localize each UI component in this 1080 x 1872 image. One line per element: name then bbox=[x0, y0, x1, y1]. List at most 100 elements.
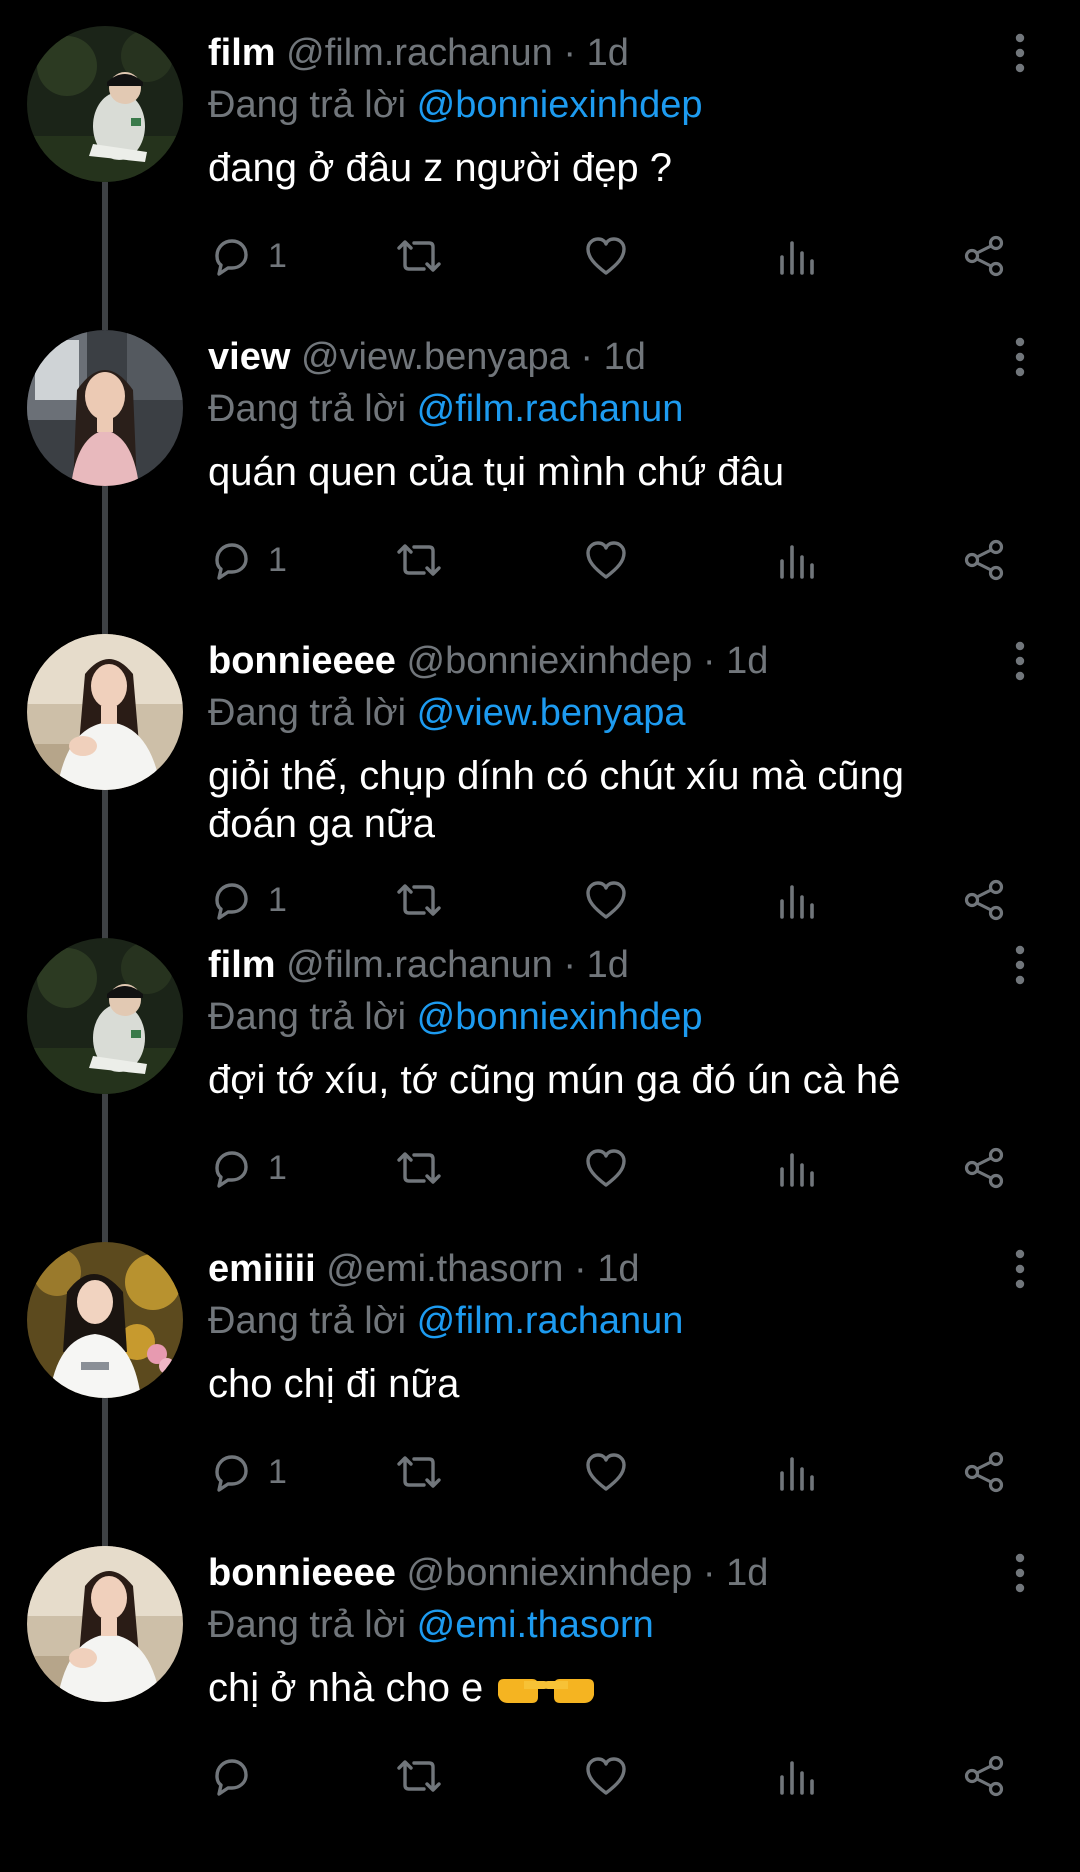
replying-to-mention[interactable]: @bonniexinhdep bbox=[417, 84, 703, 126]
tweet-text: quán quen của tụi mình chứ đâu bbox=[208, 448, 968, 496]
retweet-button[interactable] bbox=[394, 1142, 444, 1194]
tweet-text: đợi tớ xíu, tớ cũng mún ga đó ún cà hê bbox=[208, 1056, 968, 1104]
replying-to-mention[interactable]: @film.rachanun bbox=[417, 388, 684, 430]
tweet-content: film @film.rachanun · 1d Đang trả lời @b… bbox=[208, 28, 968, 192]
more-vertical-icon bbox=[1004, 1550, 1036, 1596]
share-button[interactable] bbox=[960, 1142, 1008, 1194]
user-handle[interactable]: @film.rachanun bbox=[286, 32, 553, 74]
replying-to-label: Đang trả lời bbox=[208, 84, 407, 126]
display-name[interactable]: bonnieeee bbox=[208, 640, 396, 682]
display-name[interactable]: film bbox=[208, 32, 276, 74]
reply-button[interactable]: 1 bbox=[208, 1446, 287, 1498]
more-options-button[interactable] bbox=[1004, 1550, 1036, 1596]
tweet-text: giỏi thế, chụp dính có chút xíu mà cũng … bbox=[208, 752, 968, 848]
reply-count: 1 bbox=[268, 236, 287, 275]
tweet-text: chị ở nhà cho e bbox=[208, 1664, 968, 1712]
replying-to-mention[interactable]: @film.rachanun bbox=[417, 1300, 684, 1342]
retweet-icon bbox=[394, 1753, 444, 1799]
share-button[interactable] bbox=[960, 230, 1008, 282]
share-button[interactable] bbox=[960, 534, 1008, 586]
avatar[interactable] bbox=[27, 938, 183, 1094]
replying-to-mention[interactable]: @view.benyapa bbox=[417, 692, 686, 734]
views-icon bbox=[774, 537, 820, 583]
timestamp[interactable]: 1d bbox=[587, 32, 629, 74]
replying-to-mention[interactable]: @emi.thasorn bbox=[417, 1604, 654, 1646]
tweet-text-body: đợi tớ xíu, tớ cũng mún ga đó ún cà hê bbox=[208, 1058, 901, 1102]
views-button[interactable] bbox=[774, 1142, 820, 1194]
reply-icon bbox=[208, 233, 254, 279]
heart-icon bbox=[582, 1753, 630, 1799]
share-icon bbox=[960, 1145, 1008, 1191]
retweet-button[interactable] bbox=[394, 534, 444, 586]
replying-to-mention[interactable]: @bonniexinhdep bbox=[417, 996, 703, 1038]
separator-dot: · bbox=[573, 1248, 587, 1290]
retweet-button[interactable] bbox=[394, 230, 444, 282]
display-name[interactable]: bonnieeee bbox=[208, 1552, 396, 1594]
reply-button[interactable]: 1 bbox=[208, 230, 287, 282]
reply-button[interactable]: 1 bbox=[208, 534, 287, 586]
timestamp[interactable]: 1d bbox=[726, 1552, 768, 1594]
separator-dot: · bbox=[563, 944, 577, 986]
separator-dot: · bbox=[563, 32, 577, 74]
reply-icon bbox=[208, 1449, 254, 1495]
more-options-button[interactable] bbox=[1004, 334, 1036, 380]
timestamp[interactable]: 1d bbox=[726, 640, 768, 682]
views-button[interactable] bbox=[774, 1446, 820, 1498]
user-handle[interactable]: @emi.thasorn bbox=[326, 1248, 563, 1290]
tweet-actions: 1 bbox=[208, 1446, 1018, 1498]
replying-to: Đang trả lời @bonniexinhdep bbox=[208, 80, 968, 130]
tweet-item[interactable]: bonnieeee @bonniexinhdep · 1d Đang trả l… bbox=[0, 1520, 1080, 1824]
retweet-button[interactable] bbox=[394, 1446, 444, 1498]
replying-to: Đang trả lời @emi.thasorn bbox=[208, 1600, 968, 1650]
retweet-icon bbox=[394, 537, 444, 583]
reply-button[interactable]: 1 bbox=[208, 1142, 287, 1194]
share-button[interactable] bbox=[960, 1446, 1008, 1498]
tweet-item[interactable]: film @film.rachanun · 1d Đang trả lời @b… bbox=[0, 0, 1080, 304]
user-handle[interactable]: @bonniexinhdep bbox=[407, 640, 693, 682]
views-button[interactable] bbox=[774, 1750, 820, 1802]
tweet-item[interactable]: emiiiii @emi.thasorn · 1d Đang trả lời @… bbox=[0, 1216, 1080, 1520]
views-icon bbox=[774, 1449, 820, 1495]
tweet-item[interactable]: bonnieeee @bonniexinhdep · 1d Đang trả l… bbox=[0, 608, 1080, 921]
tweet-actions: 1 bbox=[208, 230, 1018, 282]
views-button[interactable] bbox=[774, 230, 820, 282]
avatar[interactable] bbox=[27, 1546, 183, 1702]
display-name[interactable]: view bbox=[208, 336, 290, 378]
tweet-header: film @film.rachanun · 1d bbox=[208, 940, 968, 990]
reply-icon bbox=[208, 537, 254, 583]
like-button[interactable] bbox=[582, 534, 630, 586]
like-button[interactable] bbox=[582, 1142, 630, 1194]
avatar[interactable] bbox=[27, 330, 183, 486]
tweet-item[interactable]: view @view.benyapa · 1d Đang trả lời @fi… bbox=[0, 304, 1080, 608]
tweet-text-body: giỏi thế, chụp dính có chút xíu mà cũng … bbox=[208, 754, 904, 846]
like-button[interactable] bbox=[582, 1750, 630, 1802]
display-name[interactable]: film bbox=[208, 944, 276, 986]
replying-to: Đang trả lời @view.benyapa bbox=[208, 688, 968, 738]
more-options-button[interactable] bbox=[1004, 1246, 1036, 1292]
views-button[interactable] bbox=[774, 534, 820, 586]
more-options-button[interactable] bbox=[1004, 30, 1036, 76]
avatar[interactable] bbox=[27, 634, 183, 790]
tweet-item[interactable]: film @film.rachanun · 1d Đang trả lời @b… bbox=[0, 912, 1080, 1216]
more-options-button[interactable] bbox=[1004, 942, 1036, 988]
user-handle[interactable]: @bonniexinhdep bbox=[407, 1552, 693, 1594]
pointing-fingers-emoji bbox=[494, 1667, 598, 1707]
replying-to-label: Đang trả lời bbox=[208, 1300, 407, 1342]
share-button[interactable] bbox=[960, 1750, 1008, 1802]
user-handle[interactable]: @view.benyapa bbox=[301, 336, 570, 378]
user-handle[interactable]: @film.rachanun bbox=[286, 944, 553, 986]
timestamp[interactable]: 1d bbox=[597, 1248, 639, 1290]
timestamp[interactable]: 1d bbox=[587, 944, 629, 986]
heart-icon bbox=[582, 1449, 630, 1495]
timestamp[interactable]: 1d bbox=[604, 336, 646, 378]
tweet-header: view @view.benyapa · 1d bbox=[208, 332, 968, 382]
more-options-button[interactable] bbox=[1004, 638, 1036, 684]
avatar[interactable] bbox=[27, 1242, 183, 1398]
avatar[interactable] bbox=[27, 26, 183, 182]
like-button[interactable] bbox=[582, 230, 630, 282]
like-button[interactable] bbox=[582, 1446, 630, 1498]
reply-button[interactable] bbox=[208, 1750, 254, 1802]
retweet-button[interactable] bbox=[394, 1750, 444, 1802]
display-name[interactable]: emiiiii bbox=[208, 1248, 316, 1290]
reply-count: 1 bbox=[268, 540, 287, 579]
